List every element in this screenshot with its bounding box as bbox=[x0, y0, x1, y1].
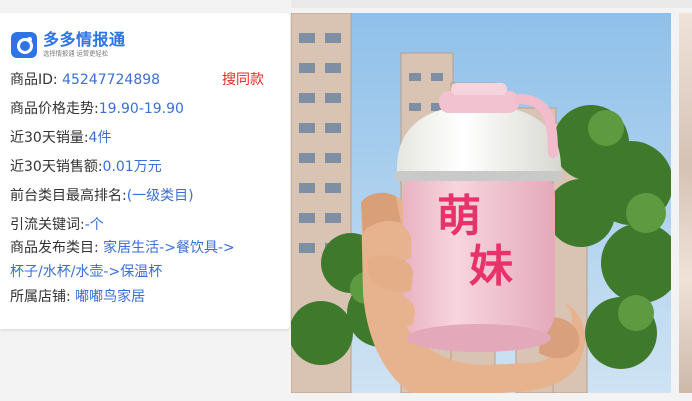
price-trend-value[interactable]: 19.90-19.90 bbox=[99, 101, 184, 117]
price-trend-label: 商品价格走势: bbox=[10, 101, 99, 117]
cup-text-mei: 妹 bbox=[469, 241, 513, 292]
keywords-value[interactable]: -个 bbox=[85, 217, 104, 233]
revenue-30d-label: 近30天销售额: bbox=[10, 159, 103, 175]
category-row-continued: 杯子/水杯/水壶->保温杯 bbox=[10, 262, 162, 282]
category-row: 商品发布类目: 家居生活->餐饮具-> bbox=[10, 238, 235, 258]
keywords-label: 引流关键词: bbox=[10, 217, 85, 233]
category-label: 商品发布类目: bbox=[10, 240, 104, 256]
brand-slogan: 选择情报通 运营更轻松 bbox=[43, 50, 109, 58]
next-image-peek[interactable] bbox=[679, 13, 692, 393]
sales-30d-label: 近30天销量: bbox=[10, 130, 89, 146]
revenue-30d-row: 近30天销售额:0.01万元 bbox=[10, 157, 162, 177]
category-rank-value[interactable]: (一级类目) bbox=[127, 188, 194, 204]
search-same-style-link[interactable]: 搜同款 bbox=[222, 70, 264, 90]
store-row: 所属店铺: 嘟嘟鸟家居 bbox=[10, 287, 145, 307]
sales-30d-row: 近30天销量:4件 bbox=[10, 128, 111, 148]
product-photo-illustration: 萌 妹 bbox=[291, 13, 671, 393]
revenue-30d-value: 0.01万元 bbox=[102, 159, 162, 175]
product-id-value[interactable]: 45247724898 bbox=[62, 72, 160, 88]
top-divider bbox=[291, 0, 692, 8]
store-label: 所属店铺: bbox=[10, 289, 76, 305]
product-main-image[interactable]: 萌 妹 bbox=[291, 13, 671, 393]
product-id-label: 商品ID: bbox=[10, 72, 63, 88]
category-rank-row: 前台类目最高排名:(一级类目) bbox=[10, 186, 194, 206]
keywords-row: 引流关键词:-个 bbox=[10, 215, 104, 235]
store-name-link[interactable]: 嘟嘟鸟家居 bbox=[75, 289, 145, 305]
product-id-row: 商品ID: 45247724898 bbox=[10, 70, 160, 90]
brand-logo-icon bbox=[11, 32, 37, 58]
brand-header: 多多情报通 选择情报通 运营更轻松 bbox=[11, 32, 126, 58]
price-trend-row: 商品价格走势:19.90-19.90 bbox=[10, 99, 184, 119]
cup-text-meng: 萌 bbox=[437, 191, 481, 242]
category-path-line2[interactable]: 杯子/水杯/水壶->保温杯 bbox=[10, 264, 162, 280]
sales-30d-value: 4件 bbox=[88, 130, 112, 146]
brand-name: 多多情报通 bbox=[43, 30, 126, 49]
category-path-line1[interactable]: 家居生活->餐饮具-> bbox=[103, 240, 235, 256]
category-rank-label: 前台类目最高排名: bbox=[10, 188, 127, 204]
